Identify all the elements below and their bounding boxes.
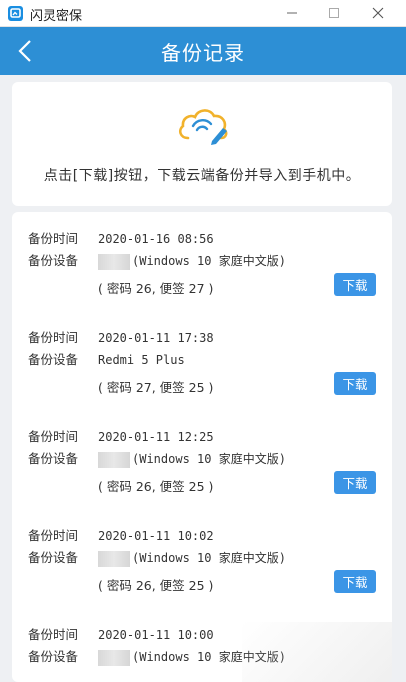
app-logo-icon bbox=[8, 6, 23, 21]
redacted-device-name bbox=[98, 253, 130, 270]
close-icon bbox=[372, 7, 384, 19]
backup-time-label: 备份时间 bbox=[28, 330, 79, 345]
backup-time-value: 2020-01-11 10:00 bbox=[98, 628, 214, 642]
download-button[interactable]: 下载 bbox=[334, 471, 376, 494]
backup-device-value: Redmi 5 Plus bbox=[98, 353, 185, 367]
list-item: 备份时间 2020-01-11 17:38 备份设备 Redmi 5 Plus ( … bbox=[12, 311, 392, 410]
backup-time-label: 备份时间 bbox=[28, 627, 79, 642]
download-button[interactable]: 下载 bbox=[334, 570, 376, 593]
maximize-icon bbox=[329, 8, 339, 18]
backup-device-label: 备份设备 bbox=[28, 550, 79, 565]
download-button[interactable]: 下载 bbox=[334, 273, 376, 296]
page-header: 备份记录 bbox=[0, 27, 406, 75]
redacted-device-name bbox=[98, 451, 130, 468]
backup-record-list: 备份时间 2020-01-16 08:56 备份设备 (Windows 10 家庭中… bbox=[12, 212, 392, 682]
backup-device-label: 备份设备 bbox=[28, 451, 79, 466]
backup-counts: ( 密码 26, 便签 27 ) bbox=[98, 281, 214, 296]
info-card: 点击[下载]按钮，下载云端备份并导入到手机中。 bbox=[12, 82, 392, 206]
backup-counts: ( 密码 27, 便签 25 ) bbox=[98, 380, 214, 395]
download-button[interactable]: 下载 bbox=[334, 372, 376, 395]
backup-time-value: 2020-01-16 08:56 bbox=[98, 232, 214, 246]
redacted-device-name bbox=[98, 550, 130, 567]
cloud-edit-icon bbox=[178, 109, 228, 145]
page-title: 备份记录 bbox=[161, 41, 245, 65]
backup-device-value: (Windows 10 家庭中文版) bbox=[132, 551, 286, 565]
backup-time-label: 备份时间 bbox=[28, 231, 79, 246]
minimize-icon bbox=[287, 12, 297, 14]
backup-device-label: 备份设备 bbox=[28, 649, 79, 664]
list-item: 备份时间 2020-01-11 12:25 备份设备 (Windows 10 家庭中… bbox=[12, 410, 392, 509]
list-item: 备份时间 2020-01-11 10:02 备份设备 (Windows 10 家庭中… bbox=[12, 509, 392, 608]
list-item: 备份时间 2020-01-16 08:56 备份设备 (Windows 10 家庭中… bbox=[12, 212, 392, 311]
backup-time-value: 2020-01-11 17:38 bbox=[98, 331, 214, 345]
backup-counts: ( 密码 26, 便签 25 ) bbox=[98, 578, 214, 593]
backup-time-label: 备份时间 bbox=[28, 429, 79, 444]
close-button[interactable] bbox=[358, 0, 398, 26]
backup-device-label: 备份设备 bbox=[28, 253, 79, 268]
backup-device-value: (Windows 10 家庭中文版) bbox=[132, 452, 286, 466]
maximize-button[interactable] bbox=[314, 0, 354, 26]
watermark-overlay bbox=[242, 622, 392, 682]
backup-time-label: 备份时间 bbox=[28, 528, 79, 543]
backup-time-value: 2020-01-11 12:25 bbox=[98, 430, 214, 444]
window-title: 闪灵密保 bbox=[30, 9, 83, 24]
redacted-device-name bbox=[98, 649, 130, 666]
minimize-button[interactable] bbox=[272, 0, 312, 26]
info-text: 点击[下载]按钮，下载云端备份并导入到手机中。 bbox=[43, 168, 361, 184]
backup-device-label: 备份设备 bbox=[28, 352, 79, 367]
backup-counts: ( 密码 26, 便签 25 ) bbox=[98, 479, 214, 494]
window-titlebar: 闪灵密保 bbox=[0, 0, 406, 27]
backup-time-value: 2020-01-11 10:02 bbox=[98, 529, 214, 543]
backup-device-value: (Windows 10 家庭中文版) bbox=[132, 254, 286, 268]
